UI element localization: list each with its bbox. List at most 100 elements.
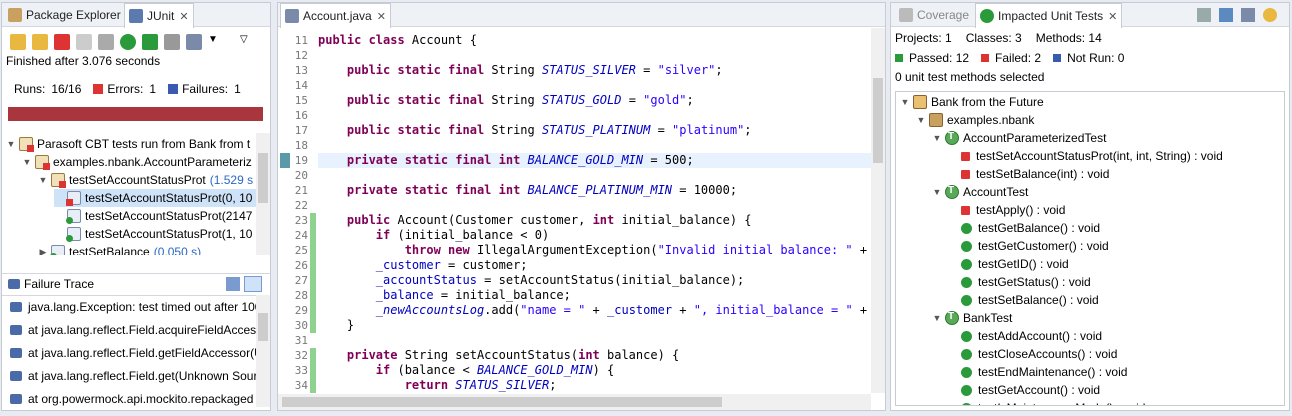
filter-icon[interactable] (1241, 8, 1255, 22)
run-tests-icon[interactable] (1197, 8, 1211, 22)
refresh-icon[interactable] (1263, 8, 1277, 22)
show-failures-only-icon[interactable] (54, 34, 70, 50)
code-line[interactable]: public static final String STATUS_PLATIN… (318, 123, 871, 138)
impacted-tree-item[interactable]: testGetAccount() : void (948, 381, 1100, 399)
debug-tests-icon[interactable] (1219, 8, 1233, 22)
tab-junit[interactable]: JUnit ✕ (124, 3, 194, 28)
code-line[interactable]: public static final String STATUS_SILVER… (318, 63, 871, 78)
impacted-tree-item[interactable]: testSetBalance() : void (948, 291, 1099, 309)
code-line[interactable]: private String setAccountStatus(int bala… (318, 348, 871, 363)
test-suite-icon (19, 137, 34, 152)
filter-stack-icon[interactable] (226, 276, 240, 291)
code-line[interactable]: public Account(Customer customer, int in… (318, 213, 871, 228)
expand-icon[interactable]: ▼ (932, 313, 942, 323)
test-tree-item[interactable]: ▼ testSetAccountStatusProt (1.529 s (38, 171, 253, 189)
test-tree-item[interactable]: testSetAccountStatusProt(1, 10 (54, 225, 256, 243)
stop-icon[interactable] (164, 34, 180, 50)
test-tree-item[interactable]: testSetAccountStatusProt(2147 (54, 207, 256, 225)
previous-failure-icon[interactable] (32, 34, 48, 50)
code-line[interactable]: } (318, 318, 871, 333)
code-line[interactable]: if (initial_balance < 0) (318, 228, 871, 243)
code-line[interactable]: _balance = initial_balance; (318, 288, 871, 303)
expand-icon[interactable]: ▶ (38, 247, 48, 256)
code-line[interactable]: if (balance < BALANCE_GOLD_MIN) { (318, 363, 871, 378)
editor-horizontal-scroll-thumb[interactable] (282, 397, 722, 407)
expand-icon[interactable]: ▼ (916, 115, 926, 125)
failure-trace-scroll-thumb[interactable] (258, 313, 268, 341)
code-line[interactable]: _newAccountsLog.add("name = " + _custome… (318, 303, 871, 318)
close-icon[interactable]: ✕ (1108, 10, 1117, 23)
code-line[interactable]: _customer = customer; (318, 258, 871, 273)
impacted-tree-item[interactable]: testGetID() : void (948, 255, 1069, 273)
code-token: public static final (346, 63, 492, 77)
compare-results-icon[interactable] (244, 275, 262, 292)
stack-trace-line[interactable]: at java.lang.reflect.Field.get(Unknown S… (10, 367, 256, 385)
editor-vertical-scroll-thumb[interactable] (873, 78, 883, 163)
impacted-tree-item[interactable]: testEndMaintenance() : void (948, 363, 1127, 381)
tab-impacted-unit-tests[interactable]: Impacted Unit Tests ✕ (975, 3, 1123, 28)
test-tree-item[interactable]: testSetAccountStatusProt(0, 10 (54, 189, 256, 207)
impacted-tree-item[interactable]: testCloseAccounts() : void (948, 345, 1117, 363)
code-line[interactable]: return STATUS_SILVER; (318, 378, 871, 393)
code-line[interactable]: public static final String STATUS_GOLD =… (318, 93, 871, 108)
stack-trace-line[interactable]: at java.lang.reflect.Field.acquireFieldA… (10, 321, 256, 339)
code-line[interactable]: private static final int BALANCE_PLATINU… (318, 183, 871, 198)
code-line[interactable] (318, 138, 871, 153)
impacted-tree-item[interactable]: testGetBalance() : void (948, 219, 1100, 237)
next-failure-icon[interactable] (10, 34, 26, 50)
code-line[interactable]: private static final int BALANCE_GOLD_MI… (318, 153, 871, 168)
failure-trace-scrollbar[interactable] (256, 295, 270, 407)
tab-package-explorer[interactable]: Package Explorer (4, 3, 125, 27)
layout-icon[interactable] (98, 34, 114, 50)
impacted-tree-item[interactable]: ▼ examples.nbank (916, 111, 1034, 129)
expand-icon[interactable]: ▼ (38, 175, 48, 185)
expand-icon[interactable]: ▼ (22, 157, 32, 167)
code-line[interactable] (318, 198, 871, 213)
impacted-tree-item[interactable]: testApply() : void (948, 201, 1065, 219)
tab-coverage[interactable]: Coverage (895, 3, 973, 27)
code-area[interactable]: public class Account { public static fin… (318, 28, 871, 393)
impacted-tree-item[interactable]: ▼ BankTest (932, 309, 1012, 327)
impacted-tree-item[interactable]: testAddAccount() : void (948, 327, 1102, 345)
test-tree-scroll-thumb[interactable] (258, 153, 268, 203)
test-tree-item[interactable]: ▼ examples.nbank.AccountParameteriz (22, 153, 256, 171)
stack-trace-line[interactable]: at java.lang.reflect.Field.getFieldAcces… (10, 344, 256, 362)
tab-account-java[interactable]: Account.java ✕ (280, 3, 391, 28)
expand-icon[interactable]: ▼ (932, 187, 942, 197)
expand-icon[interactable]: ▼ (932, 133, 942, 143)
history-dropdown-icon[interactable]: ▼ (208, 34, 224, 50)
code-line[interactable]: throw new IllegalArgumentException("Inva… (318, 243, 871, 258)
expand-icon[interactable]: ▼ (900, 97, 910, 107)
impacted-tree-item[interactable]: ▼ Bank from the Future (900, 93, 1044, 111)
close-icon[interactable]: ✕ (179, 10, 188, 23)
coverage-marker (310, 213, 316, 228)
impacted-tree-item[interactable]: testGetStatus() : void (948, 273, 1091, 291)
impacted-tree-item[interactable]: ▼ AccountTest (932, 183, 1028, 201)
impacted-tree-item[interactable]: ▼ AccountParameterizedTest (932, 129, 1106, 147)
test-tree-item[interactable]: ▶ testSetBalance (0.050 s) (38, 243, 201, 255)
impacted-tree-item[interactable]: testSetBalance(int) : void (948, 165, 1109, 183)
code-line[interactable]: _accountStatus = setAccountStatus(initia… (318, 273, 871, 288)
rerun-failed-icon[interactable] (142, 34, 158, 50)
test-tree-item[interactable]: ▼ Parasoft CBT tests run from Bank from t (6, 135, 254, 153)
code-line[interactable]: public class Account { (318, 33, 871, 48)
code-line[interactable] (318, 168, 871, 183)
history-icon[interactable] (186, 34, 202, 50)
editor-horizontal-scrollbar[interactable] (278, 394, 871, 410)
stack-trace-line[interactable]: java.lang.Exception: test timed out afte… (10, 298, 256, 316)
code-line[interactable] (318, 108, 871, 123)
stack-trace-line[interactable]: at org.powermock.api.mockito.repackaged (10, 390, 253, 407)
code-line[interactable] (318, 333, 871, 348)
rerun-icon[interactable] (120, 34, 136, 50)
editor-vertical-scrollbar[interactable] (871, 28, 885, 393)
code-line[interactable] (318, 48, 871, 63)
close-icon[interactable]: ✕ (377, 10, 386, 23)
impacted-tree-item[interactable]: testIsMaintenanceMode() : void (948, 399, 1145, 405)
impacted-tree-item[interactable]: testGetCustomer() : void (948, 237, 1109, 255)
impacted-tree-item[interactable]: testSetAccountStatusProt(int, int, Strin… (948, 147, 1223, 165)
code-line[interactable] (318, 78, 871, 93)
test-tree-scrollbar[interactable] (256, 133, 270, 255)
expand-icon[interactable]: ▼ (6, 139, 16, 149)
view-menu-icon[interactable]: ▽ (240, 34, 256, 50)
scroll-lock-icon[interactable] (76, 34, 92, 50)
